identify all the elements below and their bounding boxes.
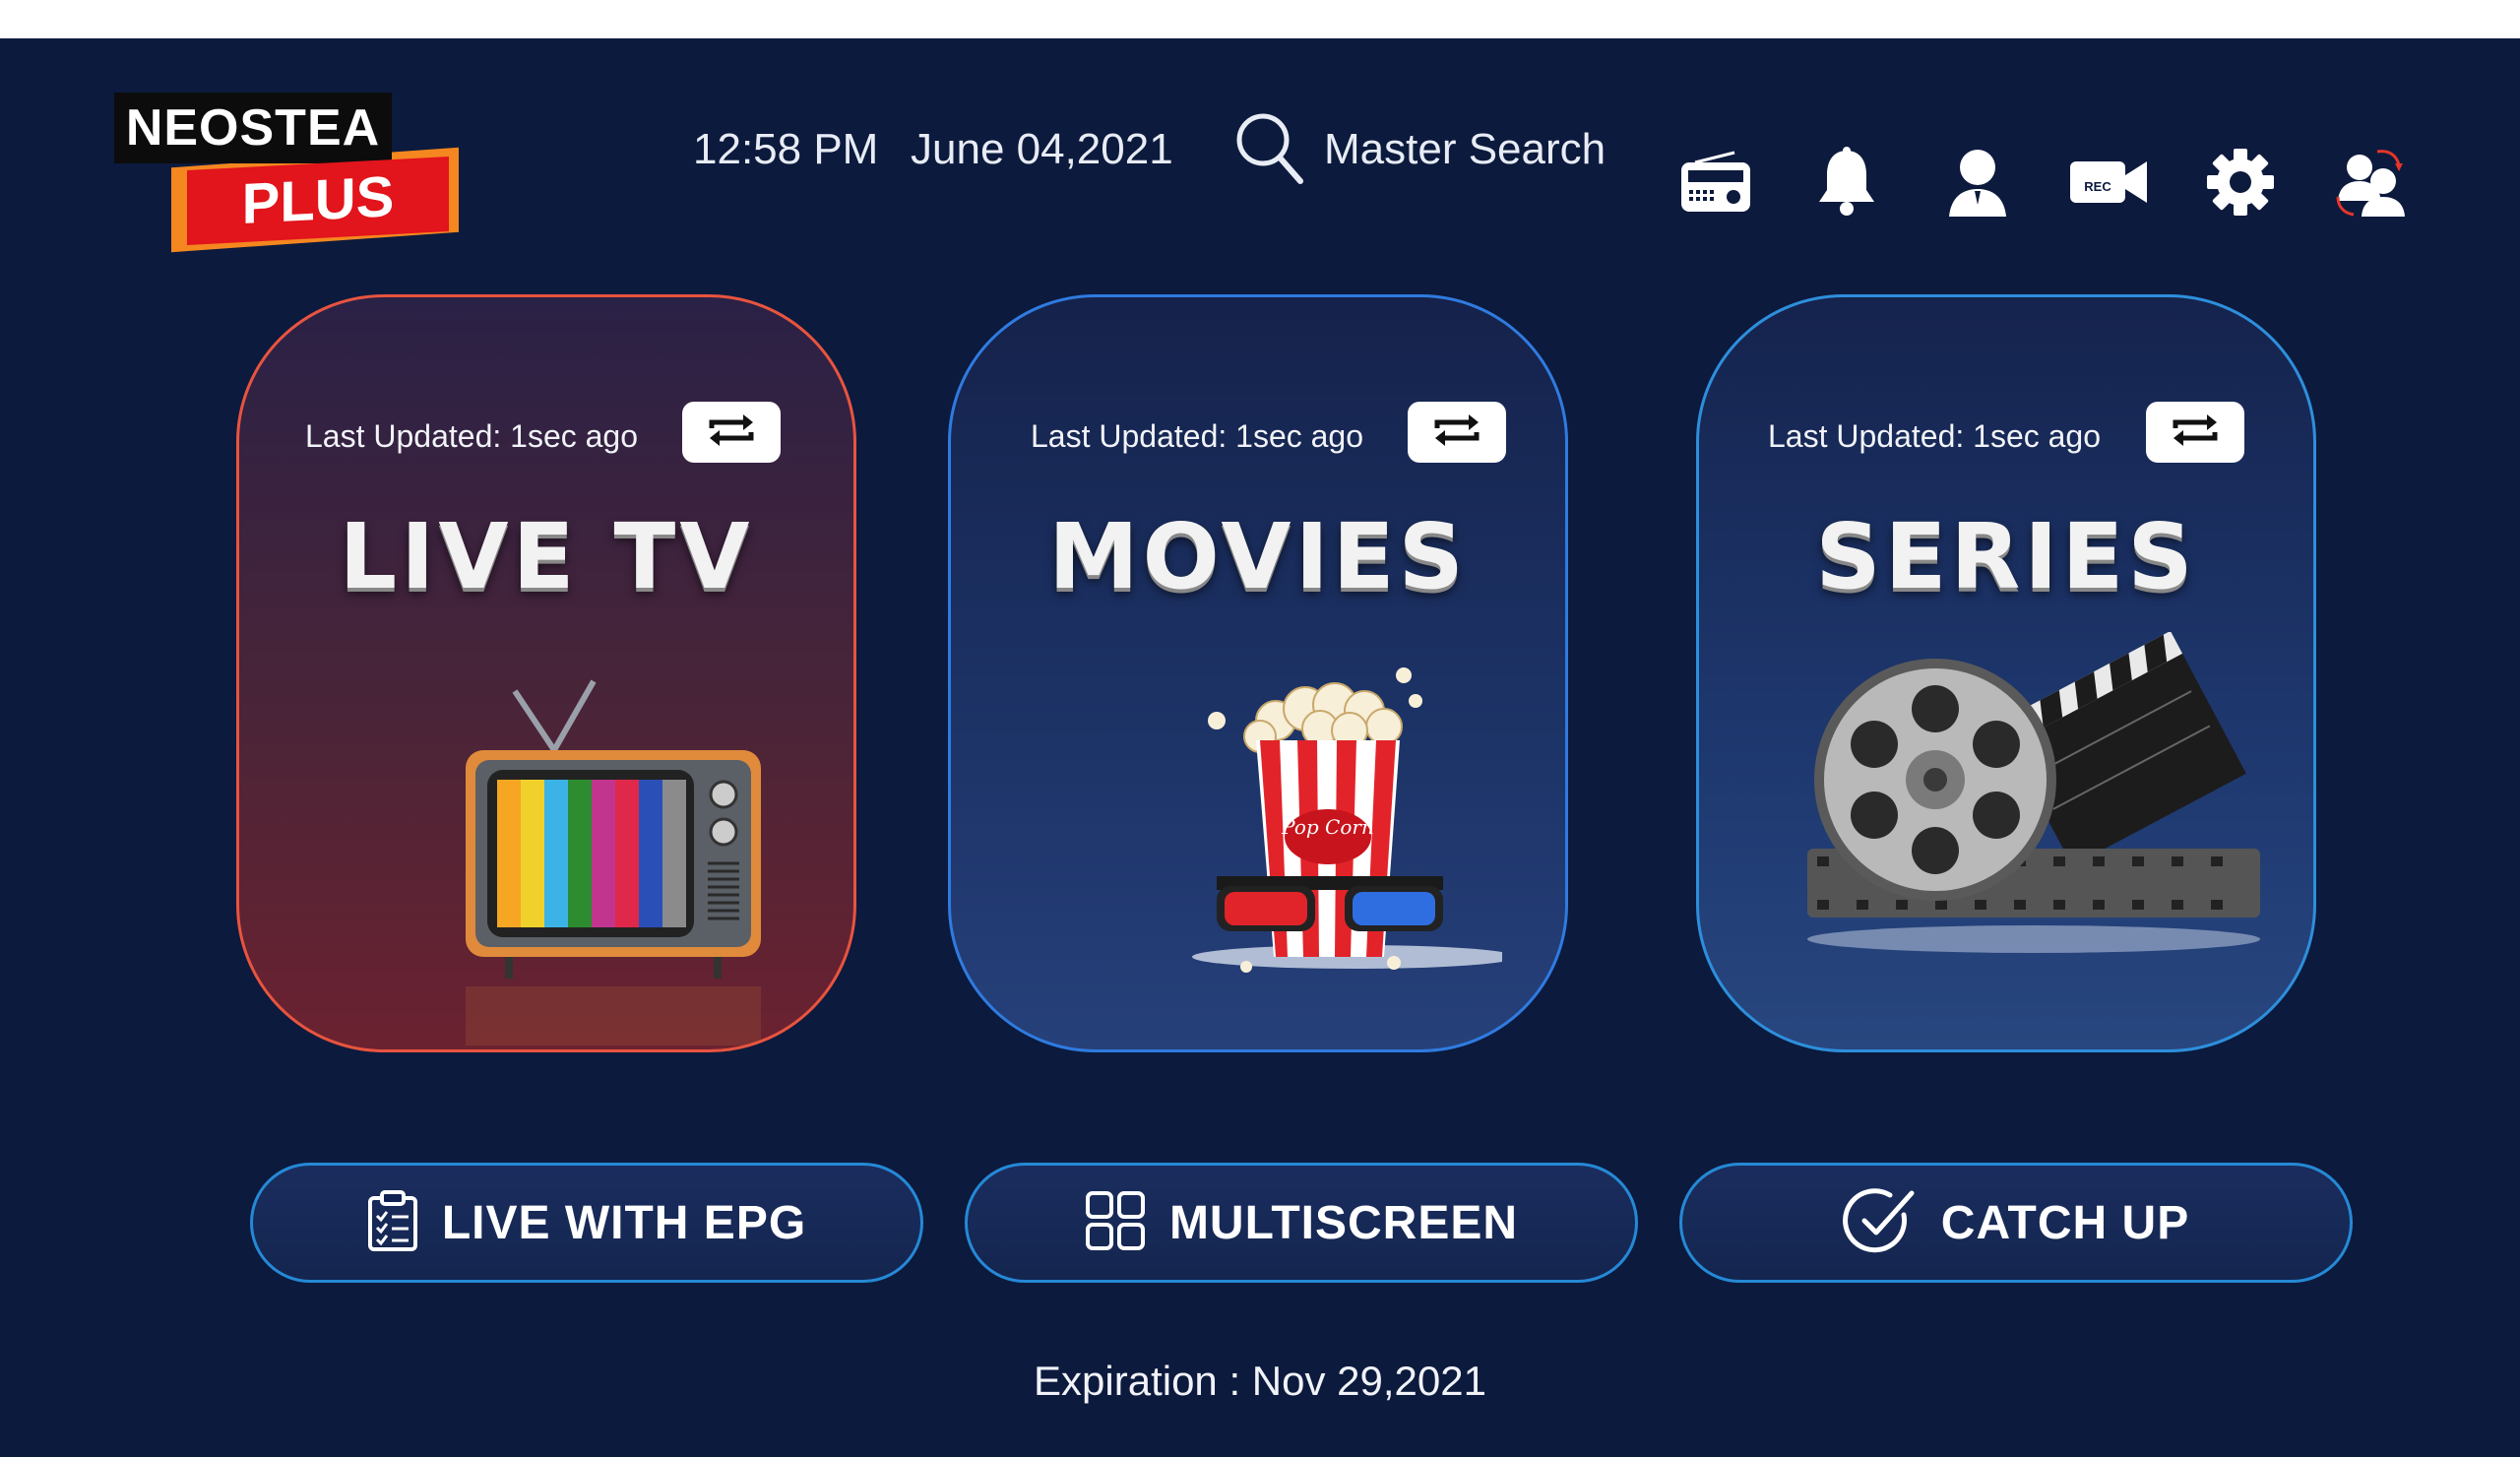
grid-icon xyxy=(1085,1190,1146,1256)
logo-line2: PLUS xyxy=(187,157,449,245)
multiscreen-label: MULTISCREEN xyxy=(1168,1196,1519,1249)
refresh-icon xyxy=(2170,411,2221,455)
home-screen: NEOSTEA PLUS 12:58 PM June 04,2021 Maste… xyxy=(0,38,2520,1457)
master-search-button[interactable]: Master Search xyxy=(1233,107,1606,192)
check-circle-icon xyxy=(1842,1185,1918,1261)
live-tv-refresh-button[interactable] xyxy=(682,402,781,463)
rec-text: REC xyxy=(2084,179,2111,194)
popcorn-label: Pop Corn xyxy=(1281,815,1374,839)
search-label: Master Search xyxy=(1324,125,1606,173)
search-icon xyxy=(1233,110,1304,190)
catch-up-label: CATCH UP xyxy=(1940,1196,2190,1249)
movies-last-updated: Last Updated: 1sec ago xyxy=(1031,418,1364,454)
bell-icon xyxy=(1814,146,1879,222)
notifications-button[interactable] xyxy=(1807,145,1886,223)
series-refresh-button[interactable] xyxy=(2146,402,2244,463)
refresh-icon xyxy=(1431,411,1482,455)
clock-date: June 04,2021 xyxy=(911,125,1173,173)
subscription-expiration: Expiration : Nov 29,2021 xyxy=(1034,1358,1486,1404)
user-icon xyxy=(1945,146,2010,223)
series-card[interactable]: Last Updated: 1sec ago SERIES xyxy=(1696,294,2316,1052)
settings-button[interactable] xyxy=(2201,145,2280,223)
clipboard-checklist-icon xyxy=(367,1189,418,1256)
live-tv-card[interactable]: Last Updated: 1sec ago LIVE TV xyxy=(236,294,856,1052)
live-with-epg-label: LIVE WITH EPG xyxy=(441,1196,807,1249)
movies-title: MOVIES xyxy=(1048,504,1468,609)
app-logo: NEOSTEA PLUS xyxy=(114,93,465,253)
switch-user-button[interactable] xyxy=(2332,145,2411,223)
rec-camera-icon: REC xyxy=(2068,156,2149,214)
clock-time: 12:58 PM xyxy=(693,125,879,173)
popcorn-illustration: Pop Corn xyxy=(1177,662,1517,1049)
movies-card[interactable]: Last Updated: 1sec ago MOVIES Pop Corn xyxy=(948,294,1568,1052)
gear-icon xyxy=(2205,147,2276,222)
live-tv-last-updated: Last Updated: 1sec ago xyxy=(305,418,639,454)
series-last-updated: Last Updated: 1sec ago xyxy=(1768,418,2102,454)
recordings-button[interactable]: REC xyxy=(2069,145,2148,223)
series-title: SERIES xyxy=(1815,504,2197,609)
radio-icon xyxy=(1679,151,1752,219)
refresh-icon xyxy=(706,411,757,455)
movies-refresh-button[interactable] xyxy=(1408,402,1506,463)
account-button[interactable] xyxy=(1938,145,2017,223)
live-with-epg-button[interactable]: LIVE WITH EPG xyxy=(250,1163,923,1283)
film-reel-illustration xyxy=(1797,630,2270,972)
tv-illustration xyxy=(446,671,761,1049)
catch-up-button[interactable]: CATCH UP xyxy=(1679,1163,2353,1283)
live-tv-title: LIVE TV xyxy=(339,504,754,609)
switch-user-icon xyxy=(2334,146,2409,223)
radio-button[interactable] xyxy=(1676,145,1755,223)
multiscreen-button[interactable]: MULTISCREEN xyxy=(965,1163,1638,1283)
logo-line1: NEOSTEA xyxy=(114,93,392,163)
